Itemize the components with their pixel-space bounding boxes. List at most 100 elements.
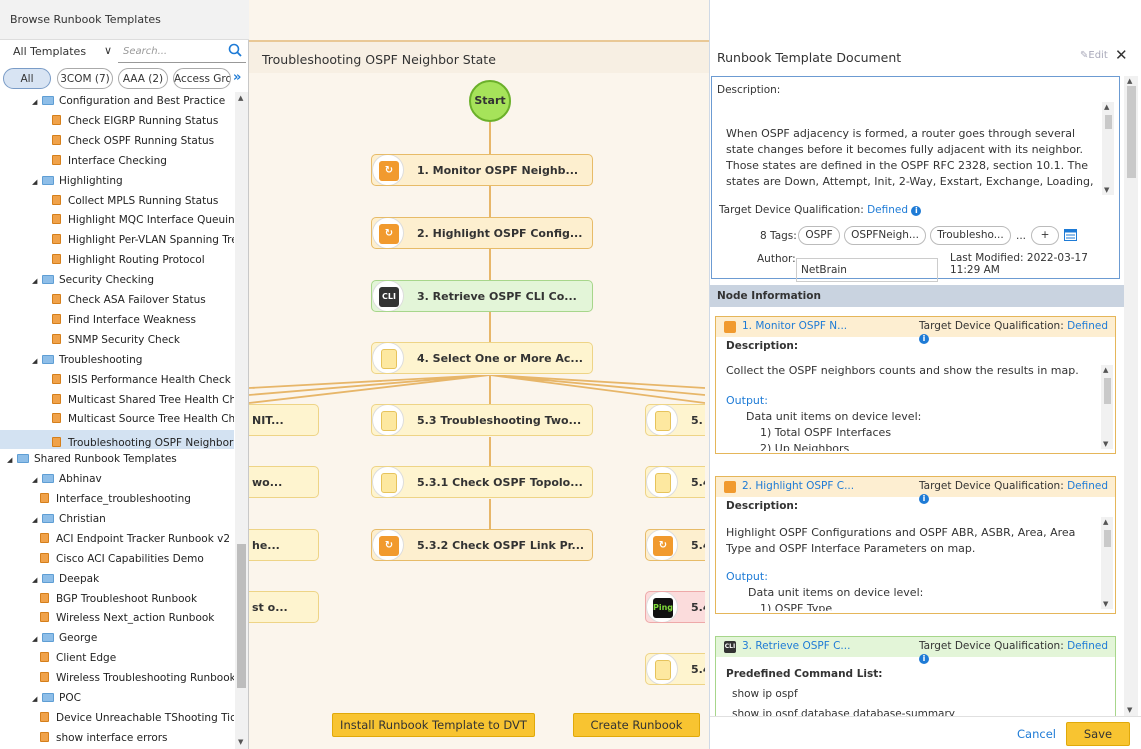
document-scrollbar[interactable]: ▲ ▼ [1124,76,1138,716]
expand-toggle-icon[interactable]: ◢ [32,352,42,371]
tags-more[interactable]: ... [1016,230,1026,242]
scroll-thumb[interactable] [1104,530,1111,547]
tdq-defined-link[interactable]: Defined [1067,320,1108,332]
info-icon[interactable]: i [919,654,929,664]
scroll-down-icon[interactable]: ▼ [1103,440,1108,448]
chip-aaa[interactable]: AAA (2) [118,68,168,89]
flow-node-5-3-1[interactable]: 5.3.1 Check OSPF Topolo... [371,466,593,498]
tree-folder[interactable]: ◢ Configuration and Best Practice [0,92,234,111]
tdq-defined-link[interactable]: Defined [1067,640,1108,652]
scroll-down-icon[interactable]: ▼ [1104,186,1109,194]
tree-item[interactable]: SNMP Security Check [0,331,234,350]
expand-toggle-icon[interactable]: ◢ [32,630,42,649]
chip-access-group[interactable]: Access Gro [173,68,231,89]
tree-folder[interactable]: ◢ George [0,629,234,648]
flow-node-right-4[interactable]: Ping 5.4 [645,591,705,623]
tree-scrollbar[interactable]: ▲ ▼ [235,92,248,749]
tree-item[interactable]: Check ASA Failover Status [0,291,234,310]
tag-troubleshooting[interactable]: Troublesho... [930,226,1011,245]
author-field[interactable]: NetBrain [796,258,938,282]
tree-item[interactable]: Highlight Routing Protocol [0,251,234,270]
chip-3com[interactable]: 3COM (7) [57,68,113,89]
flow-node-3[interactable]: CLI 3. Retrieve OSPF CLI Co... [371,280,593,312]
scroll-thumb[interactable] [237,544,246,688]
tree-folder[interactable]: ◢ Shared Runbook Templates [0,450,234,469]
install-runbook-template-button[interactable]: Install Runbook Template to DVT [332,713,535,737]
flow-node-left-1[interactable]: NIT... [249,404,319,436]
tag-ospf[interactable]: OSPF [798,226,840,245]
scroll-thumb[interactable] [1127,86,1136,178]
cancel-button[interactable]: Cancel [1017,727,1056,741]
chips-more-icon[interactable]: » [233,70,241,85]
flow-node-left-3[interactable]: he... [249,529,319,561]
expand-toggle-icon[interactable]: ◢ [32,173,42,192]
tree-item[interactable]: Client Edge [0,649,234,668]
node-card-name[interactable]: 1. Monitor OSPF N... [742,320,847,332]
expand-toggle-icon[interactable]: ◢ [32,690,42,709]
node-card-name[interactable]: 2. Highlight OSPF C... [742,480,854,492]
expand-toggle-icon[interactable]: ◢ [32,511,42,530]
flow-node-left-2[interactable]: wo... [249,466,319,498]
tree-item[interactable]: Wireless Troubleshooting Runbook [0,669,234,688]
tree-folder[interactable]: ◢ Troubleshooting [0,351,234,370]
tree-item[interactable]: BGP Troubleshoot Runbook [0,590,234,609]
add-tag-button[interactable]: + [1031,226,1059,245]
search-input[interactable]: Search... [118,41,246,63]
card-scrollbar[interactable]: ▲ ▼ [1101,365,1113,449]
scroll-up-icon[interactable]: ▲ [238,94,243,102]
expand-toggle-icon[interactable]: ◢ [32,93,42,112]
edit-button[interactable]: ✎Edit [1080,50,1108,61]
tree-folder[interactable]: ◢ Deepak [0,570,234,589]
scroll-up-icon[interactable]: ▲ [1104,103,1109,111]
tree-item[interactable]: show interface errors [0,729,234,748]
tree-folder[interactable]: ◢ Security Checking [0,271,234,290]
flow-node-4[interactable]: 4. Select One or More Ac... [371,342,593,374]
close-icon[interactable]: ✕ [1115,46,1128,64]
flow-node-right-3[interactable]: ↻ 5.4 [645,529,705,561]
card-description-text[interactable]: Highlight OSPF Configurations and OSPF A… [726,525,1096,611]
description-scrollbar[interactable]: ▲ ▼ [1102,102,1114,195]
scroll-up-icon[interactable]: ▲ [1127,77,1132,85]
start-node[interactable]: Start [469,80,511,122]
info-icon[interactable]: i [911,206,922,216]
scroll-down-icon[interactable]: ▼ [1127,706,1132,714]
card-scrollbar[interactable]: ▲ ▼ [1101,517,1113,609]
search-icon[interactable] [228,43,242,57]
tdq-defined-link[interactable]: Defined [1067,480,1108,492]
flow-node-right-5[interactable]: 5.4 [645,653,705,685]
tree-item[interactable]: Multicast Shared Tree Health Check [0,391,234,410]
info-icon[interactable]: i [919,334,929,344]
flow-node-1[interactable]: ↻ 1. Monitor OSPF Neighb... [371,154,593,186]
tree-item[interactable]: ACI Endpoint Tracker Runbook v2 [0,530,234,549]
tree-item[interactable]: Check OSPF Running Status [0,132,234,151]
expand-toggle-icon[interactable]: ◢ [32,571,42,590]
flow-node-left-4[interactable]: st o... [249,591,319,623]
flow-node-5-3-2[interactable]: ↻ 5.3.2 Check OSPF Link Pr... [371,529,593,561]
chip-all[interactable]: All [3,68,51,89]
flow-node-right-2[interactable]: 5.4 [645,466,705,498]
node-card-name[interactable]: 3. Retrieve OSPF C... [742,640,850,652]
scroll-up-icon[interactable]: ▲ [1103,518,1108,526]
template-filter-select[interactable]: All Templates ∨ [6,41,116,63]
flow-canvas[interactable]: Start ↻ 1. Monitor OSPF Neighb... ↻ 2. H… [249,73,705,749]
flow-node-2[interactable]: ↻ 2. Highlight OSPF Config... [371,217,593,249]
scroll-down-icon[interactable]: ▼ [238,738,243,746]
tree-item[interactable]: Multicast Source Tree Health Check [0,410,234,429]
tree-item[interactable]: ISIS Performance Health Check [0,371,234,390]
tree-item[interactable]: Device Unreachable TShooting Tickets [0,709,234,728]
tree-folder[interactable]: ◢ Abhinav [0,470,234,489]
tag-list-icon[interactable] [1064,229,1077,241]
tree-folder[interactable]: ◢ Christian [0,510,234,529]
scroll-thumb[interactable] [1104,378,1111,404]
tag-ospfneighbor[interactable]: OSPFNeigh... [844,226,926,245]
tree-folder[interactable]: ◢ Highlighting [0,172,234,191]
card-description-text[interactable]: Collect the OSPF neighbors counts and sh… [726,363,1096,451]
tree-item[interactable]: Check EIGRP Running Status [0,112,234,131]
flow-node-right-1[interactable]: 5. [645,404,705,436]
tree-item[interactable]: Wireless Next_action Runbook [0,609,234,628]
create-runbook-button[interactable]: Create Runbook [573,713,700,737]
tree-item[interactable]: Highlight Per-VLAN Spanning Tree [0,231,234,250]
expand-toggle-icon[interactable]: ◢ [7,451,17,470]
expand-toggle-icon[interactable]: ◢ [32,272,42,291]
tdq-defined-link[interactable]: Defined [867,204,908,216]
